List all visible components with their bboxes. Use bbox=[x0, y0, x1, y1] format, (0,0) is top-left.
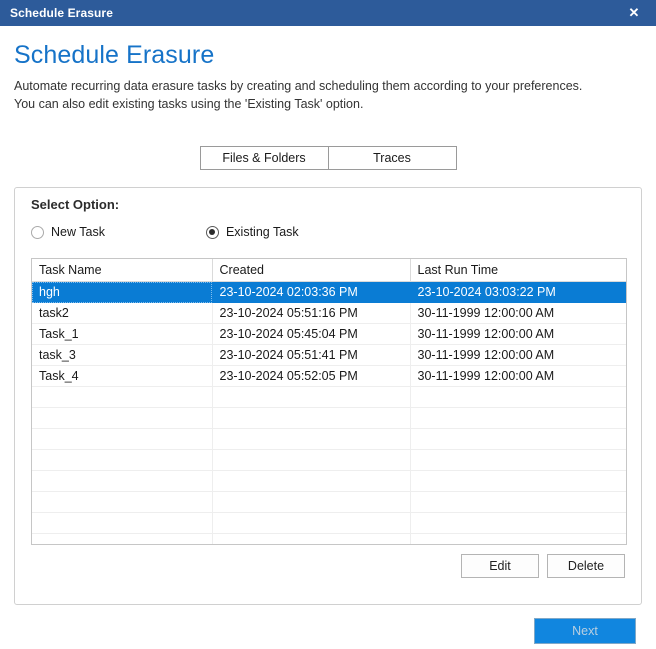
cell-empty bbox=[410, 512, 626, 534]
cell-created: 23-10-2024 05:51:41 PM bbox=[212, 344, 411, 366]
column-header-last-run-time[interactable]: Last Run Time bbox=[410, 259, 626, 282]
cell-empty bbox=[32, 449, 213, 471]
table-header-row: Task Name Created Last Run Time bbox=[32, 259, 626, 282]
cell-last-run: 30-11-1999 12:00:00 AM bbox=[410, 344, 626, 366]
cell-task-name: Task_4 bbox=[32, 365, 213, 387]
radio-existing-task-indicator bbox=[205, 225, 219, 239]
tab-group: Files & Folders Traces bbox=[199, 146, 457, 170]
page-subtitle-line2: You can also edit existing tasks using t… bbox=[14, 97, 364, 111]
cell-empty bbox=[212, 428, 411, 450]
cell-empty bbox=[32, 386, 213, 408]
cell-empty bbox=[32, 470, 213, 492]
table-row[interactable]: task2 23-10-2024 05:51:16 PM 30-11-1999 … bbox=[32, 302, 626, 324]
cell-created: 23-10-2024 05:45:04 PM bbox=[212, 323, 411, 345]
cell-last-run: 23-10-2024 03:03:22 PM bbox=[410, 281, 626, 303]
cell-empty bbox=[410, 386, 626, 408]
cell-empty bbox=[212, 470, 411, 492]
cell-empty bbox=[212, 533, 411, 544]
table-empty-row[interactable] bbox=[32, 428, 626, 450]
page-title: Schedule Erasure bbox=[14, 41, 215, 69]
table-empty-rows bbox=[32, 386, 626, 544]
window-title: Schedule Erasure bbox=[10, 6, 113, 20]
cell-last-run: 30-11-1999 12:00:00 AM bbox=[410, 302, 626, 324]
table-empty-row[interactable] bbox=[32, 407, 626, 429]
tab-files-and-folders[interactable]: Files & Folders bbox=[200, 147, 328, 169]
cell-empty bbox=[410, 470, 626, 492]
cell-empty bbox=[410, 491, 626, 513]
select-option-group: Select Option: New Task Existing Task Ta… bbox=[14, 187, 642, 605]
table-empty-row[interactable] bbox=[32, 512, 626, 534]
cell-empty bbox=[410, 428, 626, 450]
task-list-table[interactable]: Task Name Created Last Run Time hgh 23-1… bbox=[31, 258, 627, 545]
cell-created: 23-10-2024 02:03:36 PM bbox=[212, 281, 411, 303]
cell-empty bbox=[212, 407, 411, 429]
table-body: hgh 23-10-2024 02:03:36 PM 23-10-2024 03… bbox=[32, 281, 626, 387]
close-icon[interactable]: ✕ bbox=[612, 0, 656, 26]
table-row[interactable]: task_3 23-10-2024 05:51:41 PM 30-11-1999… bbox=[32, 344, 626, 366]
tab-bar: Files & Folders Traces bbox=[14, 146, 642, 170]
cell-empty bbox=[32, 428, 213, 450]
cell-empty bbox=[410, 533, 626, 544]
window-titlebar: Schedule Erasure ✕ bbox=[0, 0, 656, 26]
radio-existing-task-label: Existing Task bbox=[225, 225, 299, 239]
radio-new-task-indicator bbox=[31, 225, 44, 239]
radio-new-task[interactable]: New Task bbox=[31, 225, 105, 239]
radio-existing-task[interactable]: Existing Task bbox=[205, 225, 299, 239]
column-header-created[interactable]: Created bbox=[212, 259, 411, 282]
table-empty-row[interactable] bbox=[32, 533, 626, 544]
task-mode-radio-group: New Task Existing Task bbox=[31, 225, 299, 239]
cell-empty bbox=[32, 407, 213, 429]
cell-empty bbox=[32, 533, 213, 544]
cell-task-name: task2 bbox=[32, 302, 213, 324]
page-subtitle: Automate recurring data erasure tasks by… bbox=[14, 77, 642, 113]
table-empty-row[interactable] bbox=[32, 386, 626, 408]
table-empty-row[interactable] bbox=[32, 470, 626, 492]
edit-button[interactable]: Edit bbox=[461, 554, 539, 578]
cell-task-name: task_3 bbox=[32, 344, 213, 366]
cell-empty bbox=[410, 407, 626, 429]
cell-empty bbox=[212, 491, 411, 513]
page-subtitle-line1: Automate recurring data erasure tasks by… bbox=[14, 79, 583, 93]
table-row[interactable]: hgh 23-10-2024 02:03:36 PM 23-10-2024 03… bbox=[32, 281, 626, 303]
cell-empty bbox=[32, 491, 213, 513]
cell-created: 23-10-2024 05:52:05 PM bbox=[212, 365, 411, 387]
radio-new-task-label: New Task bbox=[51, 225, 105, 239]
select-option-label: Select Option: bbox=[31, 197, 120, 212]
table-row[interactable]: Task_1 23-10-2024 05:45:04 PM 30-11-1999… bbox=[32, 323, 626, 345]
cell-empty bbox=[410, 449, 626, 471]
delete-button[interactable]: Delete bbox=[547, 554, 625, 578]
tab-traces[interactable]: Traces bbox=[327, 147, 456, 169]
next-button[interactable]: Next bbox=[534, 618, 636, 644]
cell-empty bbox=[212, 512, 411, 534]
cell-empty bbox=[212, 386, 411, 408]
cell-empty bbox=[32, 512, 213, 534]
cell-last-run: 30-11-1999 12:00:00 AM bbox=[410, 323, 626, 345]
cell-empty bbox=[212, 449, 411, 471]
cell-task-name: hgh bbox=[32, 281, 213, 303]
cell-task-name: Task_1 bbox=[32, 323, 213, 345]
table-empty-row[interactable] bbox=[32, 449, 626, 471]
table-row[interactable]: Task_4 23-10-2024 05:52:05 PM 30-11-1999… bbox=[32, 365, 626, 387]
cell-last-run: 30-11-1999 12:00:00 AM bbox=[410, 365, 626, 387]
task-action-buttons: Edit Delete bbox=[461, 554, 625, 578]
table-empty-row[interactable] bbox=[32, 491, 626, 513]
cell-created: 23-10-2024 05:51:16 PM bbox=[212, 302, 411, 324]
column-header-task-name[interactable]: Task Name bbox=[32, 259, 213, 282]
page-header: Schedule Erasure Automate recurring data… bbox=[0, 26, 656, 170]
